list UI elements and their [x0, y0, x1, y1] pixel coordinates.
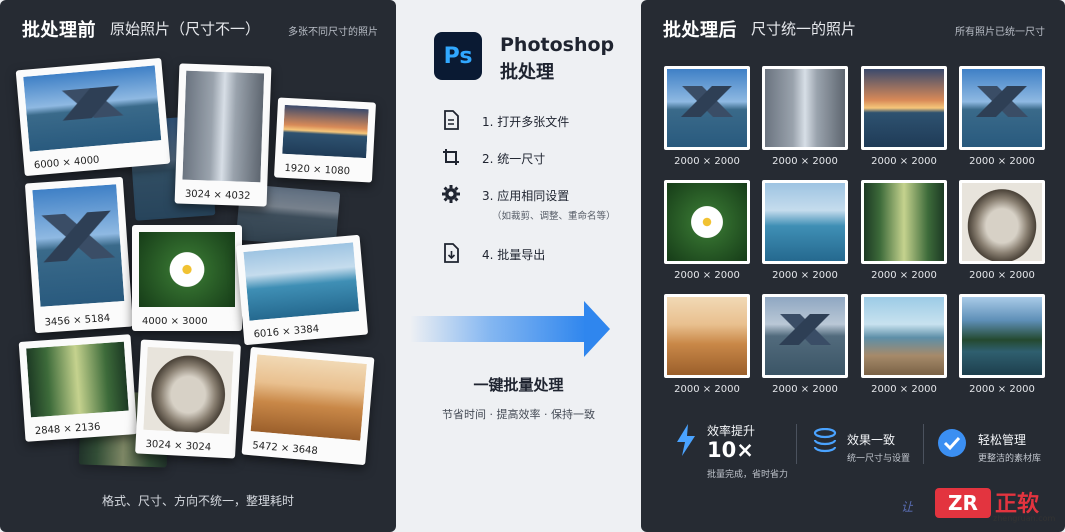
before-note: 多张不同尺寸的照片	[288, 27, 378, 38]
photo-size-label: 4000 × 3000	[142, 316, 208, 327]
stat-efficiency-value: 10×	[707, 438, 754, 462]
photo-size-label: 3024 × 4032	[184, 188, 251, 202]
photo-card[interactable]: 4000 × 3000	[132, 225, 242, 331]
grid-photo-size-label: 2000 × 2000	[969, 270, 1035, 281]
grid-photo-size-label: 2000 × 2000	[674, 156, 740, 167]
grid-photo-tile[interactable]	[762, 294, 848, 378]
before-title: 批处理前	[22, 20, 96, 41]
grid-photo-tile[interactable]	[861, 294, 947, 378]
photo-card[interactable]: 3024 × 4032	[174, 63, 272, 207]
photo-card[interactable]: 5472 × 3648	[241, 346, 375, 466]
grid-photo-tile[interactable]	[762, 180, 848, 264]
watermark-prefix: 让	[901, 500, 914, 514]
watermark: 让 ZR 正软 zhengruan.com	[901, 486, 1059, 526]
grid-photo-tile[interactable]	[664, 180, 750, 264]
photo-card[interactable]: 3456 × 5184	[24, 176, 134, 334]
grid-photo-size-label: 2000 × 2000	[772, 384, 838, 395]
photo-card[interactable]: 2848 × 2136	[18, 334, 138, 442]
watermark-domain: zhengruan.com	[993, 514, 1056, 523]
tagline: 节省时间 · 提高效率 · 保持一致	[442, 408, 595, 421]
step-open-files: 1. 打开多张文件	[482, 115, 570, 129]
watermark-logo-icon: ZR	[935, 488, 991, 518]
after-title: 批处理后	[663, 20, 737, 41]
crop-icon	[440, 146, 462, 168]
grid-photo-size-label: 2000 × 2000	[969, 384, 1035, 395]
grid-photo-tile[interactable]	[959, 294, 1045, 378]
stat-manage-title: 轻松管理	[978, 433, 1027, 447]
divider	[923, 424, 924, 464]
grid-photo-tile[interactable]	[959, 180, 1045, 264]
step-batch-export: 4. 批量导出	[482, 248, 546, 262]
photo-size-label: 3456 × 5184	[44, 312, 111, 329]
after-panel: 批处理后 尺寸统一的照片 所有照片已统一尺寸 2000 × 2000 2000 ×…	[641, 0, 1065, 532]
grid-photo-tile[interactable]	[959, 66, 1045, 150]
photo-card[interactable]: 3024 × 3024	[135, 339, 241, 459]
stat-efficiency-sub: 批量完成，省时省力	[707, 470, 789, 480]
grid-photo-size-label: 2000 × 2000	[871, 156, 937, 167]
photo-size-label: 2848 × 2136	[34, 421, 101, 438]
file-icon	[440, 109, 462, 131]
stat-manage-sub: 更整洁的素材库	[978, 454, 1042, 464]
grid-photo-size-label: 2000 × 2000	[772, 156, 838, 167]
lightning-icon	[675, 424, 697, 462]
photo-size-label: 3024 × 3024	[145, 438, 212, 454]
photo-card[interactable]: 1920 × 1080	[273, 97, 377, 183]
before-subtitle: 原始照片（尺寸不一）	[110, 20, 261, 38]
photo-size-label: 6016 × 3384	[253, 323, 320, 341]
photoshop-logo: Ps	[434, 32, 482, 80]
app-name: Photoshop	[500, 34, 615, 56]
flow-arrow	[410, 316, 586, 342]
step-apply-settings: 3. 应用相同设置	[482, 189, 570, 203]
grid-photo-size-label: 2000 × 2000	[674, 270, 740, 281]
photo-size-label: 5472 × 3648	[251, 440, 319, 457]
stat-consistency-sub: 统一尺寸与设置	[847, 454, 911, 464]
stat-efficiency-title: 效率提升	[707, 424, 756, 438]
stat-consistency-title: 效果一致	[847, 433, 896, 447]
grid-photo-size-label: 2000 × 2000	[674, 384, 740, 395]
step-settings-hint: （如裁剪、调整、重命名等）	[492, 211, 616, 222]
grid-photo-size-label: 2000 × 2000	[871, 270, 937, 281]
before-panel: 批处理前 原始照片（尺寸不一） 多张不同尺寸的照片 6000 × 4000 30…	[0, 0, 396, 532]
arrow-head-icon	[584, 301, 610, 357]
divider	[796, 424, 797, 464]
grid-photo-size-label: 2000 × 2000	[871, 384, 937, 395]
photo-size-label: 1920 × 1080	[284, 162, 351, 178]
app-subtitle: 批处理	[500, 62, 554, 83]
grid-photo-tile[interactable]	[861, 66, 947, 150]
after-subtitle: 尺寸统一的照片	[751, 20, 857, 38]
check-circle-icon	[937, 428, 967, 464]
grid-photo-tile[interactable]	[762, 66, 848, 150]
process-panel: Ps Photoshop 批处理 1. 打开多张文件 2. 统一尺寸 3. 应用…	[396, 0, 641, 532]
grid-photo-tile[interactable]	[664, 66, 750, 150]
layers-icon	[813, 427, 837, 462]
photo-card[interactable]: 6016 × 3384	[235, 234, 369, 346]
headline: 一键批量处理	[473, 376, 564, 394]
export-icon	[440, 242, 462, 264]
grid-photo-size-label: 2000 × 2000	[772, 270, 838, 281]
step-resize: 2. 统一尺寸	[482, 152, 546, 166]
before-footer: 格式、尺寸、方向不统一，整理耗时	[101, 494, 294, 508]
grid-photo-tile[interactable]	[664, 294, 750, 378]
photo-card[interactable]: 6000 × 4000	[15, 57, 171, 177]
photo-size-label: 6000 × 4000	[33, 154, 100, 172]
grid-photo-tile[interactable]	[861, 180, 947, 264]
gear-icon	[440, 183, 462, 205]
after-note: 所有照片已统一尺寸	[955, 27, 1045, 38]
grid-photo-size-label: 2000 × 2000	[969, 156, 1035, 167]
